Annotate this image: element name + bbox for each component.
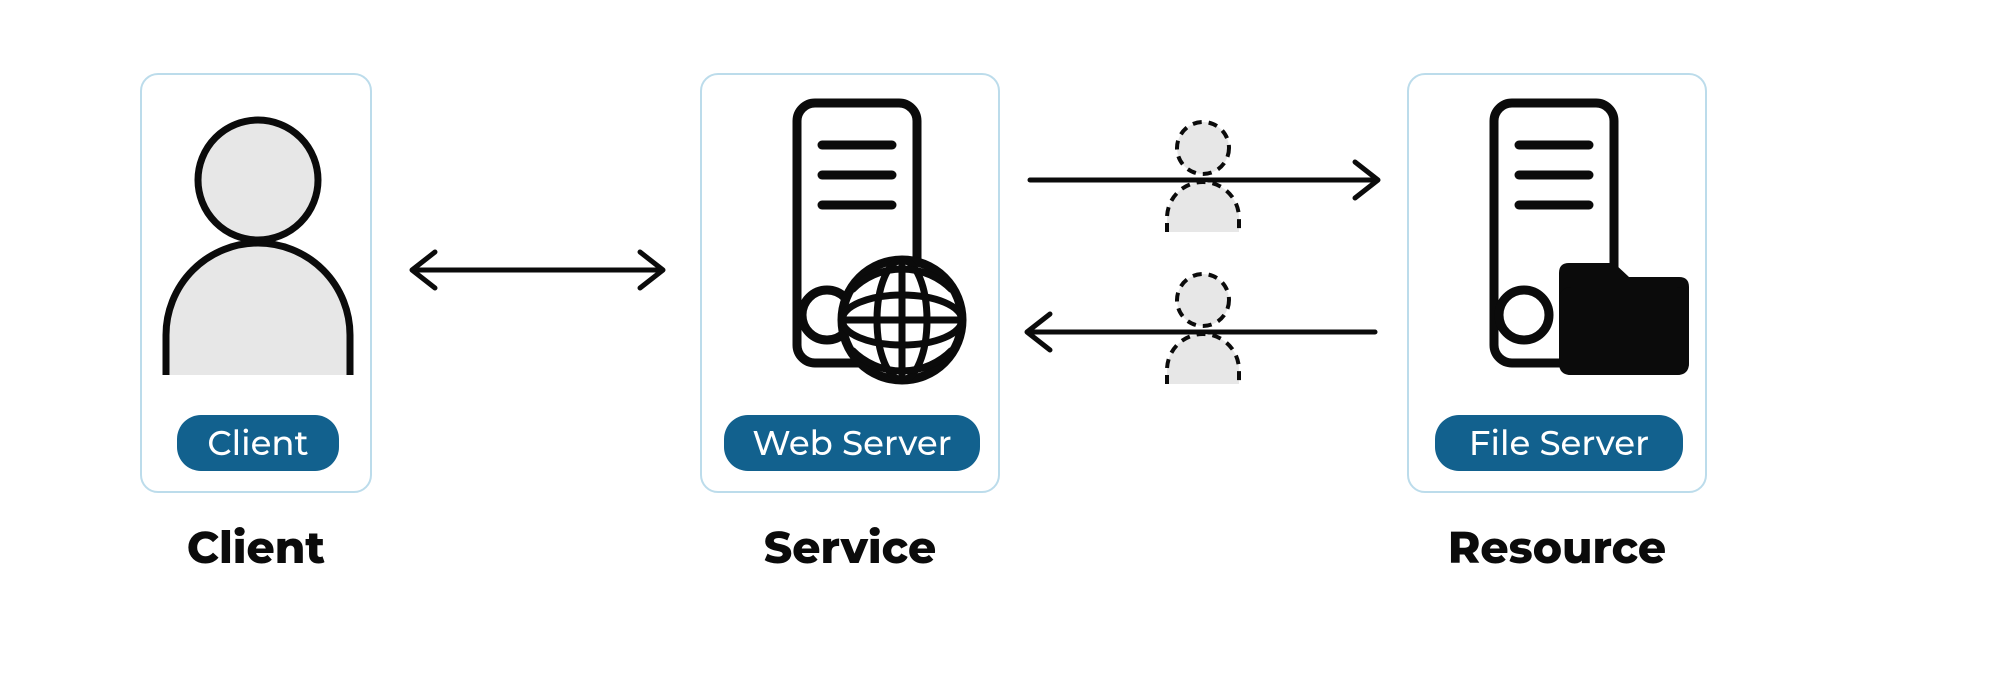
arrows-layer	[0, 0, 1999, 677]
diagram-canvas: Client Client Web Server	[0, 0, 1999, 677]
arrow-client-service	[412, 252, 663, 288]
delegated-user-icon-top	[1167, 122, 1239, 232]
delegated-user-icon-bottom	[1167, 274, 1239, 384]
